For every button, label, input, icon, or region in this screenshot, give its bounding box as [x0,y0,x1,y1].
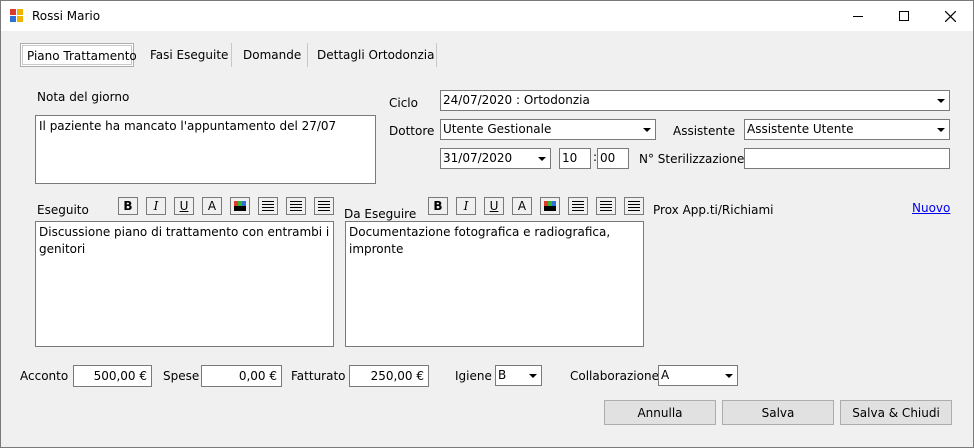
minute-input[interactable]: 00 [597,148,629,169]
da-eseguire-underline-button[interactable]: U [484,197,504,215]
chevron-down-icon [525,366,541,385]
eseguito-label: Eseguito [37,203,89,217]
maximize-button[interactable] [881,1,927,31]
da-eseguire-align-right-button[interactable] [624,197,644,215]
ciclo-label: Ciclo [389,96,418,110]
acconto-input[interactable]: 500,00 € [73,365,152,387]
ciclo-select[interactable]: 24/07/2020 : Ortodonzia [440,90,950,111]
assistente-value: Assistente Utente [747,122,854,136]
minimize-button[interactable] [835,1,881,31]
igiene-select[interactable]: B [495,365,542,386]
tab-piano-trattamento[interactable]: Piano Trattamento [20,43,137,67]
eseguito-align-left-button[interactable] [258,197,278,215]
sterilizzazione-input[interactable] [744,148,950,169]
nota-label: Nota del giorno [37,90,130,104]
dottore-value: Utente Gestionale [443,122,552,136]
collaborazione-value: A [661,368,670,382]
chevron-down-icon [933,91,949,110]
prox-appuntamenti-label: Prox App.ti/Richiami [653,203,774,217]
hour-input[interactable]: 10 [559,148,591,169]
spese-label: Spese [163,369,200,383]
eseguito-align-right-button[interactable] [314,197,334,215]
align-right-icon [318,201,330,211]
tab-fasi-eseguite[interactable]: Fasi Eseguite [144,43,234,67]
main-window: Rossi Mario Piano Trattamento Fasi Esegu… [0,0,974,448]
dottore-select[interactable]: Utente Gestionale [440,119,656,140]
align-center-icon [600,201,612,211]
tab-domande[interactable]: Domande [237,43,307,67]
align-left-icon [262,201,274,211]
align-left-icon [572,201,584,211]
app-icon [10,9,23,22]
salva-chiudi-button[interactable]: Salva & Chiudi [840,400,952,425]
eseguito-font-button[interactable]: A [202,197,222,215]
window-title: Rossi Mario [32,9,101,23]
igiene-label: Igiene [455,369,492,383]
collaborazione-label: Collaborazione [570,369,659,383]
chevron-down-icon [721,366,737,385]
eseguito-italic-button[interactable]: I [146,197,166,215]
eseguito-textarea[interactable]: Discussione piano di trattamento con ent… [35,221,334,347]
da-eseguire-align-center-button[interactable] [596,197,616,215]
fatturato-input[interactable]: 250,00 € [349,365,429,387]
fatturato-label: Fatturato [291,369,346,383]
da-eseguire-color-button[interactable] [540,197,560,215]
date-picker[interactable]: 31/07/2020 [440,148,551,169]
acconto-label: Acconto [20,369,69,383]
collaborazione-select[interactable]: A [658,365,738,386]
close-button[interactable] [927,1,973,31]
chevron-down-icon [933,120,949,139]
assistente-select[interactable]: Assistente Utente [744,119,950,140]
eseguito-color-button[interactable] [230,197,250,215]
da-eseguire-label: Da Eseguire [344,207,417,221]
color-palette-icon [234,201,246,211]
date-value: 31/07/2020 [443,151,513,165]
tab-separator [307,43,308,67]
ciclo-value: 24/07/2020 : Ortodonzia [443,93,590,107]
nuovo-link[interactable]: Nuovo [912,201,950,215]
eseguito-bold-button[interactable]: B [118,197,138,215]
close-icon [944,10,956,22]
tab-separator [231,43,232,67]
da-eseguire-align-left-button[interactable] [568,197,588,215]
nota-textarea[interactable]: Il paziente ha mancato l'appuntamento de… [35,115,376,184]
da-eseguire-font-button[interactable]: A [512,197,532,215]
calendar-dropdown-icon [534,149,550,168]
dottore-label: Dottore [389,124,435,138]
color-palette-icon [544,201,556,211]
maximize-icon [899,11,909,21]
eseguito-align-center-button[interactable] [286,197,306,215]
align-right-icon [628,201,640,211]
title-bar: Rossi Mario [1,1,973,31]
annulla-button[interactable]: Annulla [604,400,716,425]
da-eseguire-bold-button[interactable]: B [428,197,448,215]
spese-input[interactable]: 0,00 € [201,365,282,387]
eseguito-underline-button[interactable]: U [174,197,194,215]
chevron-down-icon [639,120,655,139]
tab-dettagli-ortodonzia[interactable]: Dettagli Ortodonzia [311,43,440,67]
salva-button[interactable]: Salva [722,400,834,425]
da-eseguire-textarea[interactable]: Documentazione fotografica e radiografic… [345,221,644,347]
align-center-icon [290,201,302,211]
sterilizzazione-label: N° Sterilizzazione [639,152,745,166]
igiene-value: B [498,368,507,382]
tab-separator [436,43,437,67]
assistente-label: Assistente [673,124,736,138]
da-eseguire-italic-button[interactable]: I [456,197,476,215]
minimize-icon [853,16,863,17]
